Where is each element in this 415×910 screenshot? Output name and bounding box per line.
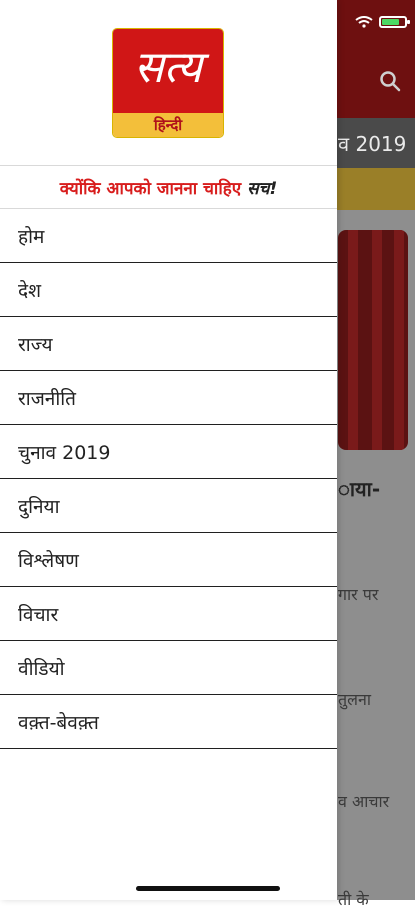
tagline: क्योंकि आपको जानना चाहिए सच! — [0, 165, 337, 209]
menu-list: होम देश राज्य राजनीति चुनाव 2019 दुनिया … — [0, 209, 337, 749]
tagline-text: क्योंकि आपको जानना चाहिए — [59, 178, 242, 199]
wifi-icon — [355, 16, 373, 28]
tab-election-2019[interactable]: व 2019 — [338, 130, 406, 157]
search-icon[interactable] — [379, 70, 401, 92]
menu-item-analysis[interactable]: विश्लेषण — [0, 533, 337, 587]
menu-item-home[interactable]: होम — [0, 209, 337, 263]
navigation-drawer: सत्य हिन्दी क्योंकि आपको जानना चाहिए सच!… — [0, 0, 337, 900]
menu-item-world[interactable]: दुनिया — [0, 479, 337, 533]
article-line: गार पर — [338, 585, 379, 604]
menu-item-politics[interactable]: राजनीति — [0, 371, 337, 425]
menu-item-country[interactable]: देश — [0, 263, 337, 317]
menu-item-opinion[interactable]: विचार — [0, 587, 337, 641]
menu-item-state[interactable]: राज्य — [0, 317, 337, 371]
menu-item-election-2019[interactable]: चुनाव 2019 — [0, 425, 337, 479]
logo-subtitle: हिन्दी — [113, 113, 223, 137]
brand-logo[interactable]: सत्य हिन्दी — [113, 29, 223, 137]
home-indicator[interactable] — [136, 886, 280, 891]
menu-item-video[interactable]: वीडियो — [0, 641, 337, 695]
article-image — [338, 230, 408, 450]
article-line: व आचार — [338, 792, 390, 811]
article-line: ती के — [338, 890, 369, 909]
article-line: तुलना — [338, 690, 371, 709]
status-bar-icons — [355, 16, 410, 28]
article-title[interactable]: ाया- — [338, 475, 380, 502]
menu-item-waqt-bewaqt[interactable]: वक़्त-बेवक़्त — [0, 695, 337, 749]
battery-icon — [379, 16, 410, 28]
tagline-emphasis: सच! — [247, 178, 278, 199]
logo-word: सत्य — [133, 42, 203, 93]
